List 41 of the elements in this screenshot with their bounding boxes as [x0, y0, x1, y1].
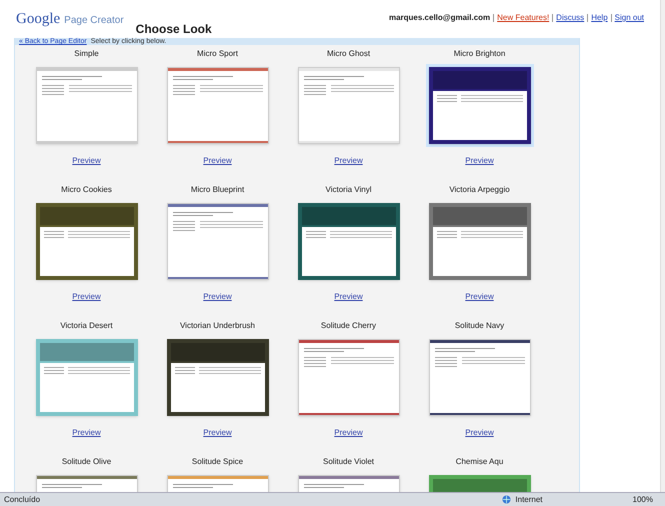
preview-link[interactable]: Preview	[72, 427, 101, 439]
preview-link[interactable]: Preview	[465, 427, 494, 439]
google-logo[interactable]: Google	[16, 8, 60, 30]
look-name: Micro Cookies	[61, 185, 112, 196]
preview-link[interactable]: Preview	[465, 291, 494, 303]
look-name: Chemise Aqu	[456, 457, 504, 468]
product-name: Page Creator	[64, 14, 124, 28]
preview-link[interactable]: Preview	[203, 427, 232, 439]
header-link[interactable]: New Features!	[497, 12, 550, 24]
look-name: Solitude Olive	[62, 457, 112, 468]
preview-link[interactable]: Preview	[203, 291, 232, 303]
preview-link[interactable]: Preview	[203, 155, 232, 167]
globe-icon	[502, 495, 512, 504]
preview-link[interactable]: Preview	[72, 155, 101, 167]
zone-text: Internet	[515, 494, 543, 506]
look-name: Victoria Vinyl	[326, 185, 372, 196]
page-title: Choose Look	[136, 21, 212, 38]
look-name: Victoria Arpeggio	[449, 185, 510, 196]
look-name: Victorian Underbrush	[180, 321, 255, 332]
look-name: Victoria Desert	[60, 321, 113, 332]
look-name: Simple	[74, 49, 99, 60]
preview-link[interactable]: Preview	[334, 291, 363, 303]
look-name: Micro Sport	[197, 49, 238, 60]
look-name: Solitude Navy	[454, 321, 504, 332]
header-link[interactable]: Discuss	[556, 12, 584, 24]
header-link[interactable]: Sign out	[614, 12, 644, 24]
preview-link[interactable]: Preview	[334, 155, 363, 167]
status-text: Concluído	[4, 494, 40, 506]
look-name: Micro Ghost	[326, 49, 370, 60]
look-name: Micro Brighton	[454, 49, 506, 60]
look-name: Solitude Spice	[192, 457, 244, 468]
header-link[interactable]: Help	[591, 12, 608, 24]
look-name: Micro Blueprint	[190, 185, 244, 196]
account-email[interactable]: marques.cello@gmail.com	[388, 12, 490, 24]
look-name: Solitude Cherry	[320, 321, 376, 332]
look-thumbnail[interactable]	[426, 64, 534, 147]
zoom-level[interactable]: 100%	[632, 494, 653, 506]
preview-link[interactable]: Preview	[72, 291, 101, 303]
preview-link[interactable]: Preview	[334, 427, 363, 439]
look-name: Solitude Violet	[323, 457, 374, 468]
preview-link[interactable]: Preview	[465, 155, 494, 167]
